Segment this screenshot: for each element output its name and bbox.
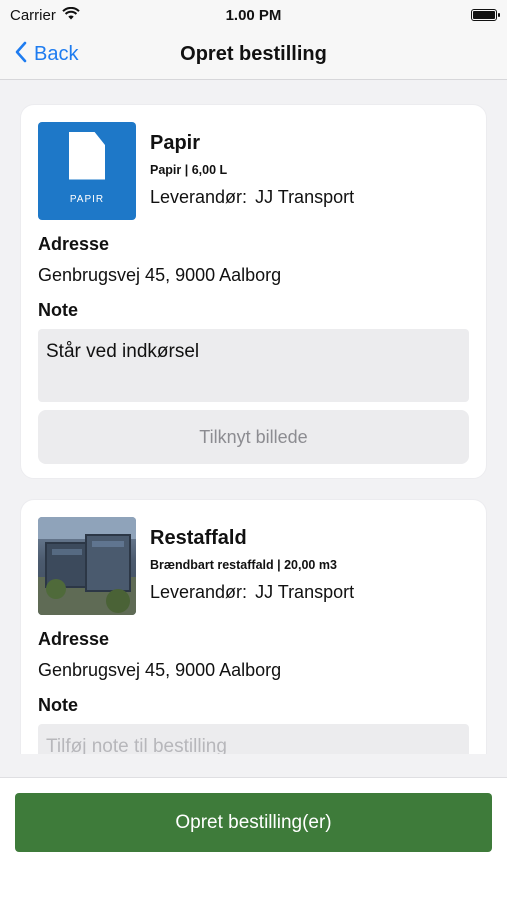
note-label: Note bbox=[38, 300, 78, 320]
navigation-bar: Back Opret bestilling bbox=[0, 30, 507, 80]
carrier-label: Carrier bbox=[10, 6, 56, 24]
status-left: Carrier bbox=[10, 6, 170, 24]
product-info: Papir Papir | 6,00 L Leverandør: JJ Tran… bbox=[150, 122, 354, 220]
bottom-bar: Opret bestilling(er) bbox=[0, 777, 507, 900]
status-time: 1.00 PM bbox=[225, 6, 282, 24]
product-subtitle: Papir | 6,00 L bbox=[150, 163, 228, 177]
note-label: Note bbox=[38, 695, 78, 715]
thumbnail-label: PAPIR bbox=[69, 193, 105, 205]
supplier-value: JJ Transport bbox=[255, 187, 355, 207]
address-value: Genbrugsvej 45, 9000 Aalborg bbox=[38, 265, 282, 285]
address-value: Genbrugsvej 45, 9000 Aalborg bbox=[38, 660, 282, 680]
order-card-header: PAPIR Papir Papir | 6,00 L Leverandør: J… bbox=[38, 122, 469, 220]
status-right bbox=[337, 9, 500, 21]
supplier-row: Leverandør: JJ Transport bbox=[150, 187, 354, 208]
order-card-restaffald: Restaffald Brændbart restaffald | 20,00 … bbox=[20, 499, 487, 754]
create-orders-button[interactable]: Opret bestilling(er) bbox=[15, 793, 492, 852]
chevron-left-icon bbox=[14, 41, 28, 69]
battery-icon bbox=[471, 9, 500, 21]
wifi-icon bbox=[62, 6, 80, 24]
order-card-papir: PAPIR Papir Papir | 6,00 L Leverandør: J… bbox=[20, 104, 487, 479]
product-thumbnail: PAPIR bbox=[38, 122, 136, 220]
note-field[interactable]: Tilføj note til bestilling bbox=[38, 724, 469, 754]
orders-list[interactable]: PAPIR Papir Papir | 6,00 L Leverandør: J… bbox=[0, 81, 507, 754]
product-name: Restaffald bbox=[150, 527, 247, 549]
supplier-label: Leverandør: bbox=[150, 187, 248, 207]
supplier-value: JJ Transport bbox=[255, 582, 355, 602]
address-label: Adresse bbox=[38, 629, 110, 649]
document-icon bbox=[69, 131, 105, 180]
back-label: Back bbox=[34, 43, 79, 65]
product-info: Restaffald Brændbart restaffald | 20,00 … bbox=[150, 517, 354, 615]
status-bar: Carrier 1.00 PM bbox=[0, 0, 507, 30]
supplier-label: Leverandør: bbox=[150, 582, 248, 602]
product-photo bbox=[38, 517, 136, 615]
back-button[interactable]: Back bbox=[14, 41, 78, 69]
address-label: Adresse bbox=[38, 234, 110, 254]
attach-image-button[interactable]: Tilknyt billede bbox=[38, 410, 469, 464]
note-field[interactable]: Står ved indkørsel bbox=[38, 329, 469, 402]
product-name: Papir bbox=[150, 132, 201, 154]
supplier-row: Leverandør: JJ Transport bbox=[150, 582, 354, 603]
product-subtitle: Brændbart restaffald | 20,00 m3 bbox=[150, 558, 337, 572]
order-card-header: Restaffald Brændbart restaffald | 20,00 … bbox=[38, 517, 469, 615]
